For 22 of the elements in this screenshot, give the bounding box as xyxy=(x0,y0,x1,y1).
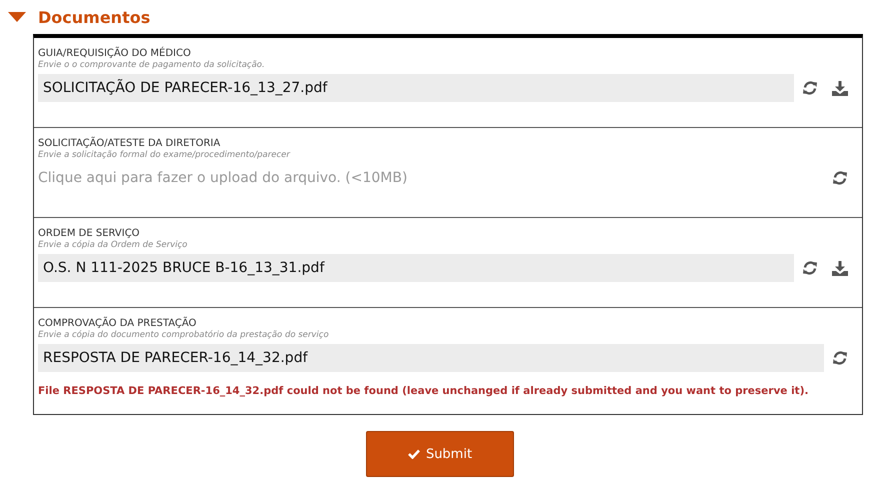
field-label: COMPROVAÇÃO DA PRESTAÇÃO xyxy=(38,317,198,330)
caret-icon[interactable] xyxy=(8,12,26,22)
check-icon[interactable] xyxy=(408,449,420,459)
download-icon[interactable] xyxy=(832,260,848,276)
field-hint: Envie o o comprovante de pagamento da solicitação. xyxy=(38,60,266,71)
field-hint: Envie a solicitação formal do exame/procedimento/parecer xyxy=(38,150,292,161)
section-title: Documentos xyxy=(38,8,150,26)
field-hint: Envie a cópia do documento comprobatório da prestação do serviço xyxy=(38,330,330,341)
file-field[interactable]: SOLICITAÇÃO DE PARECER-16_13_27.pdf xyxy=(38,74,794,102)
field-label: ORDEM DE SERVIÇO xyxy=(38,227,141,240)
refresh-icon[interactable] xyxy=(832,170,848,186)
file-field[interactable]: O.S. N 111-2025 BRUCE B-16_13_31.pdf xyxy=(38,254,794,282)
field-hint: Envie a cópia da Ordem de Serviço xyxy=(38,240,188,251)
file-field[interactable]: RESPOSTA DE PARECER-16_14_32.pdf xyxy=(38,344,824,372)
field-label: SOLICITAÇÃO/ATESTE DA DIRETORIA xyxy=(38,137,222,150)
refresh-icon[interactable] xyxy=(802,260,818,276)
download-icon[interactable] xyxy=(832,80,848,96)
submit-button[interactable]: Submit xyxy=(366,431,514,477)
refresh-icon[interactable] xyxy=(832,350,848,366)
field-label: GUIA/REQUISIÇÃO DO MÉDICO xyxy=(38,47,192,60)
error-message: File RESPOSTA DE PARECER-16_14_32.pdf could not be found (leave unchanged if already submitted and you want to preserve it). xyxy=(38,385,810,397)
refresh-icon[interactable] xyxy=(802,80,818,96)
